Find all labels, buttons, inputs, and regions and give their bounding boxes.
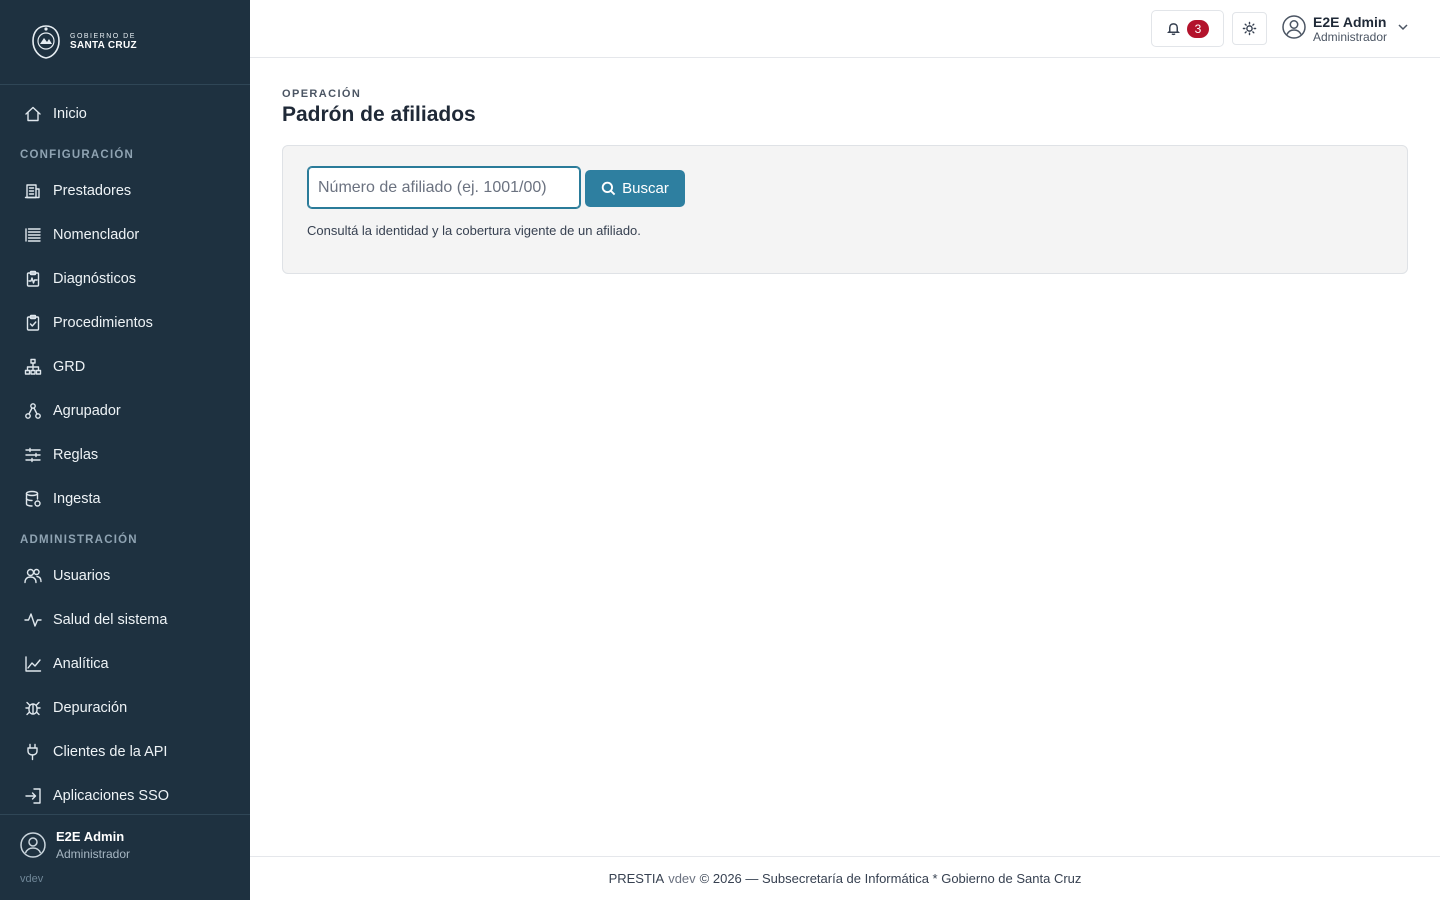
sidebar-item-label: Salud del sistema	[53, 612, 168, 628]
theme-toggle-button[interactable]	[1232, 12, 1267, 45]
sidebar-item-label: Agrupador	[53, 403, 121, 419]
user-menu[interactable]: E2E Admin Administrador	[1282, 12, 1412, 46]
search-card: Buscar Consultá la identidad y la cobert…	[282, 145, 1408, 274]
app-version: vdev	[20, 873, 44, 885]
sidebar-user-role: Administrador	[56, 847, 131, 861]
search-help-text: Consultá la identidad y la cobertura vig…	[307, 223, 641, 238]
sidebar-item-prestadores[interactable]: Prestadores	[0, 169, 250, 213]
sidebar-item-salud-del-sistema[interactable]: Salud del sistema	[0, 598, 250, 642]
hierarchy-icon	[24, 358, 42, 376]
search-icon	[601, 181, 616, 196]
sidebar-item-analitica[interactable]: Analítica	[0, 642, 250, 686]
users-icon	[24, 567, 42, 585]
sidebar-item-label: Usuarios	[53, 568, 111, 584]
page-eyebrow: OPERACIÓN	[282, 88, 362, 100]
brand-logo[interactable]: GOBIERNO DE SANTA CRUZ	[0, 0, 250, 85]
clipboard-check-icon	[24, 314, 42, 332]
sidebar-item-agrupador[interactable]: Agrupador	[0, 389, 250, 433]
footer-app-name: PRESTIA	[608, 871, 665, 886]
clipboard-pulse-icon	[24, 270, 42, 288]
sidebar-item-label: Depuración	[53, 700, 128, 716]
topbar-user-role: Administrador	[1313, 30, 1388, 44]
activity-icon	[24, 611, 42, 629]
sidebar-item-inicio[interactable]: Inicio	[0, 92, 250, 136]
government-seal-icon	[32, 25, 60, 59]
topbar: 3 E2E Admin Administrador	[250, 0, 1440, 58]
sidebar-item-procedimientos[interactable]: Procedimientos	[0, 301, 250, 345]
sidebar-nav: Inicio CONFIGURACIÓN Prestadores Nomencl…	[0, 92, 250, 818]
notifications-badge: 3	[1187, 19, 1209, 38]
sidebar-item-label: Ingesta	[53, 491, 101, 507]
sidebar: GOBIERNO DE SANTA CRUZ Inicio CONFIGURAC…	[0, 0, 250, 900]
sidebar-item-label: Procedimientos	[53, 315, 153, 331]
bell-icon	[1167, 23, 1180, 36]
sidebar-item-usuarios[interactable]: Usuarios	[0, 554, 250, 598]
affiliate-number-input[interactable]	[307, 166, 581, 209]
sidebar-item-label: Diagnósticos	[53, 271, 137, 287]
page-title: Padrón de afiliados	[282, 103, 476, 126]
sidebar-section-administracion: ADMINISTRACIÓN	[20, 534, 138, 546]
footer-copyright: © 2026 — Subsecretaría de Informática * …	[699, 871, 1082, 886]
sidebar-user-name: E2E Admin	[56, 829, 125, 844]
chevron-down-icon	[1396, 20, 1410, 34]
sidebar-item-ingesta[interactable]: Ingesta	[0, 477, 250, 521]
sidebar-section-configuracion: CONFIGURACIÓN	[20, 149, 134, 161]
sidebar-user[interactable]: E2E Admin Administrador vdev	[0, 814, 250, 900]
sidebar-item-label: Nomenclador	[53, 227, 140, 243]
user-avatar-icon	[1282, 15, 1306, 39]
list-icon	[24, 226, 42, 244]
sidebar-item-reglas[interactable]: Reglas	[0, 433, 250, 477]
network-icon	[24, 402, 42, 420]
sidebar-item-label: GRD	[53, 359, 86, 375]
sidebar-item-aplicaciones-sso[interactable]: Aplicaciones SSO	[0, 774, 250, 818]
user-avatar-icon	[20, 832, 46, 858]
sidebar-item-label: Reglas	[53, 447, 99, 463]
database-icon	[24, 490, 42, 508]
sign-in-icon	[24, 787, 42, 805]
sidebar-item-label: Inicio	[53, 106, 87, 122]
brand-line-1: GOBIERNO DE	[70, 33, 136, 40]
sidebar-item-clientes-api[interactable]: Clientes de la API	[0, 730, 250, 774]
notifications-button[interactable]: 3	[1151, 10, 1224, 47]
footer: PRESTIA vdev © 2026 — Subsecretaría de I…	[250, 856, 1440, 900]
sliders-icon	[24, 446, 42, 464]
home-icon	[24, 105, 42, 123]
footer-version: vdev	[668, 871, 696, 886]
chart-line-icon	[24, 655, 42, 673]
topbar-user-name: E2E Admin	[1313, 14, 1387, 30]
search-button-label: Buscar	[622, 180, 669, 197]
search-button[interactable]: Buscar	[585, 170, 685, 207]
sidebar-item-label: Analítica	[53, 656, 109, 672]
sidebar-item-nomenclador[interactable]: Nomenclador	[0, 213, 250, 257]
building-icon	[24, 182, 42, 200]
bug-icon	[24, 699, 42, 717]
sidebar-item-label: Prestadores	[53, 183, 132, 199]
sidebar-item-grd[interactable]: GRD	[0, 345, 250, 389]
sun-icon	[1242, 21, 1257, 36]
sidebar-item-label: Aplicaciones SSO	[53, 788, 170, 804]
sidebar-item-depuracion[interactable]: Depuración	[0, 686, 250, 730]
sidebar-item-label: Clientes de la API	[53, 744, 168, 760]
plug-icon	[24, 743, 42, 761]
brand-line-2: SANTA CRUZ	[70, 40, 137, 51]
sidebar-item-diagnosticos[interactable]: Diagnósticos	[0, 257, 250, 301]
